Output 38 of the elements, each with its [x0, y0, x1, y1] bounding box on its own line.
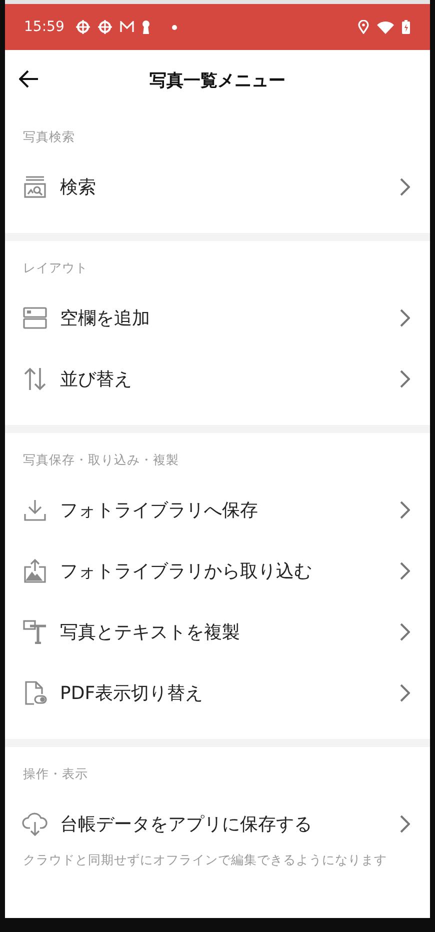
status-time: 15:59 [24, 19, 64, 35]
sort-arrows-icon [24, 366, 46, 390]
wifi-icon [377, 20, 394, 34]
section-heading: 写真保存・取り込み・複製 [22, 451, 180, 469]
chevron-icon [400, 370, 410, 388]
chevron-icon [400, 684, 410, 702]
chevron-icon [400, 308, 410, 326]
upload-icon [23, 558, 47, 582]
chevron-icon [400, 500, 410, 518]
back-button[interactable] [19, 70, 39, 88]
menu-item[interactable]: フォトライブラリへ保存 [5, 479, 430, 540]
menu-item[interactable]: 空欄を追加 [5, 287, 430, 348]
menu-item[interactable]: 検索 [5, 156, 430, 217]
cloud-download-icon [22, 812, 48, 836]
section-heading: 操作・表示 [22, 765, 89, 783]
menu-item[interactable]: フォトライブラリから取り込む [5, 540, 430, 601]
section-heading: レイアウト [22, 259, 89, 277]
description-text: クラウドと同期せずにオフラインで編集できるようになります [22, 852, 388, 869]
layout-icon [23, 306, 47, 328]
document-icon [23, 680, 47, 704]
chevron-icon [400, 622, 410, 640]
page-title: 写真一覧メニュー [150, 70, 286, 92]
keyhole-icon [142, 20, 150, 34]
download-icon [23, 498, 47, 522]
menu-item[interactable]: PDF表示切り替え [5, 662, 430, 723]
menu-item[interactable]: 台帳データをアプリに保存する [5, 793, 430, 854]
menu-item[interactable]: 写真とテキストを複製 [5, 601, 430, 662]
chevron-icon [400, 814, 410, 832]
mail-icon [120, 21, 134, 33]
dot-icon [172, 24, 178, 30]
chevron-icon [400, 178, 410, 196]
battery-icon [402, 20, 410, 34]
menu-item[interactable]: 並び替え [5, 348, 430, 409]
location-icon [358, 20, 369, 34]
photo-search-icon [23, 174, 47, 198]
chevron-icon [400, 562, 410, 580]
section-heading: 写真検索 [22, 128, 76, 146]
photo-text-icon [23, 620, 47, 644]
